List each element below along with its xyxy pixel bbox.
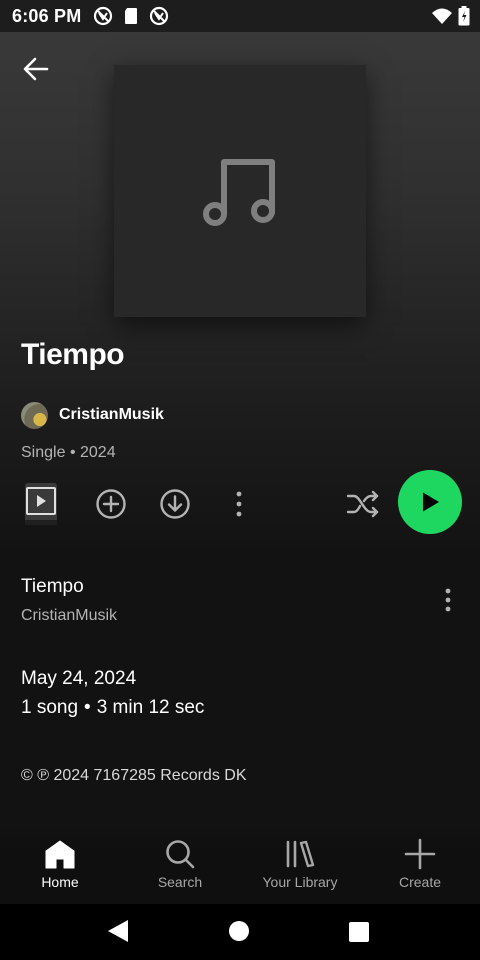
- artist-name: CristianMusik: [59, 406, 164, 423]
- download-button[interactable]: [158, 487, 192, 521]
- nav-create-label: Create: [398, 874, 442, 890]
- preview-button[interactable]: [24, 482, 58, 526]
- release-date: May 24, 2024: [21, 668, 137, 689]
- search-icon: [166, 840, 195, 869]
- album-cover: [114, 65, 366, 317]
- battery-icon: [458, 6, 470, 26]
- home-icon: [45, 840, 75, 869]
- back-button[interactable]: [20, 54, 52, 86]
- total-duration: 3 min 12 sec: [96, 697, 205, 718]
- nav-search[interactable]: Search: [120, 820, 240, 904]
- track-title: Tiempo: [21, 576, 84, 597]
- status-icons-left: [93, 6, 169, 26]
- back-triangle-icon: [108, 920, 128, 942]
- album-meta: Single • 2024: [21, 444, 116, 462]
- track-artist: CristianMusik: [21, 607, 118, 624]
- meta-separator: •: [69, 444, 76, 461]
- more-vertical-icon: [236, 491, 242, 517]
- album-screen: 6:06 PM Tiempo CristianMusik Single • 20…: [0, 0, 480, 960]
- action-row: [0, 470, 480, 538]
- album-year: 2024: [80, 444, 116, 461]
- summary-separator: •: [84, 697, 91, 718]
- system-back-button[interactable]: [108, 920, 128, 947]
- vpn-icon: [94, 6, 113, 26]
- nav-library[interactable]: Your Library: [240, 820, 360, 904]
- nav-library-label: Your Library: [262, 874, 338, 890]
- library-icon: [286, 840, 315, 868]
- download-icon: [160, 489, 190, 519]
- album-title: Tiempo: [21, 338, 125, 371]
- status-bar: 6:06 PM: [0, 0, 480, 32]
- status-icons-right: [432, 6, 470, 26]
- add-to-library-button[interactable]: [94, 487, 128, 521]
- nav-create[interactable]: Create: [360, 820, 480, 904]
- artist-avatar: [21, 401, 48, 429]
- plus-icon: [404, 838, 436, 870]
- home-circle-icon[interactable]: [229, 921, 249, 941]
- artist-link[interactable]: CristianMusik: [21, 401, 164, 429]
- shuffle-button[interactable]: [344, 487, 382, 521]
- system-nav-bar: [0, 904, 480, 960]
- vpn-icon: [150, 6, 169, 26]
- track-more-button[interactable]: [436, 586, 460, 614]
- play-button[interactable]: [398, 470, 462, 534]
- nav-home-label: Home: [41, 874, 79, 890]
- status-time: 6:06 PM: [12, 5, 82, 26]
- play-icon: [423, 492, 439, 512]
- track-row[interactable]: Tiempo CristianMusik: [0, 568, 480, 632]
- wifi-icon: [432, 8, 452, 24]
- nav-search-label: Search: [157, 874, 203, 890]
- more-options-button[interactable]: [224, 487, 254, 521]
- preview-icon: [25, 483, 57, 525]
- nav-home[interactable]: Home: [0, 820, 120, 904]
- sd-card-icon: [125, 8, 138, 24]
- music-note-icon: [203, 159, 275, 226]
- recents-square-icon[interactable]: [349, 922, 369, 942]
- album-type: Single: [21, 444, 66, 461]
- song-count: 1 song: [21, 697, 79, 718]
- more-vertical-icon: [445, 588, 451, 612]
- bottom-nav: Home Search Your Library Create: [0, 820, 480, 904]
- copyright: © ℗ 2024 7167285 Records DK: [21, 767, 247, 784]
- shuffle-icon: [346, 490, 379, 518]
- release-summary: 1 song • 3 min 12 sec: [21, 697, 204, 719]
- add-circle-icon: [96, 489, 126, 519]
- arrow-left-icon: [23, 57, 49, 81]
